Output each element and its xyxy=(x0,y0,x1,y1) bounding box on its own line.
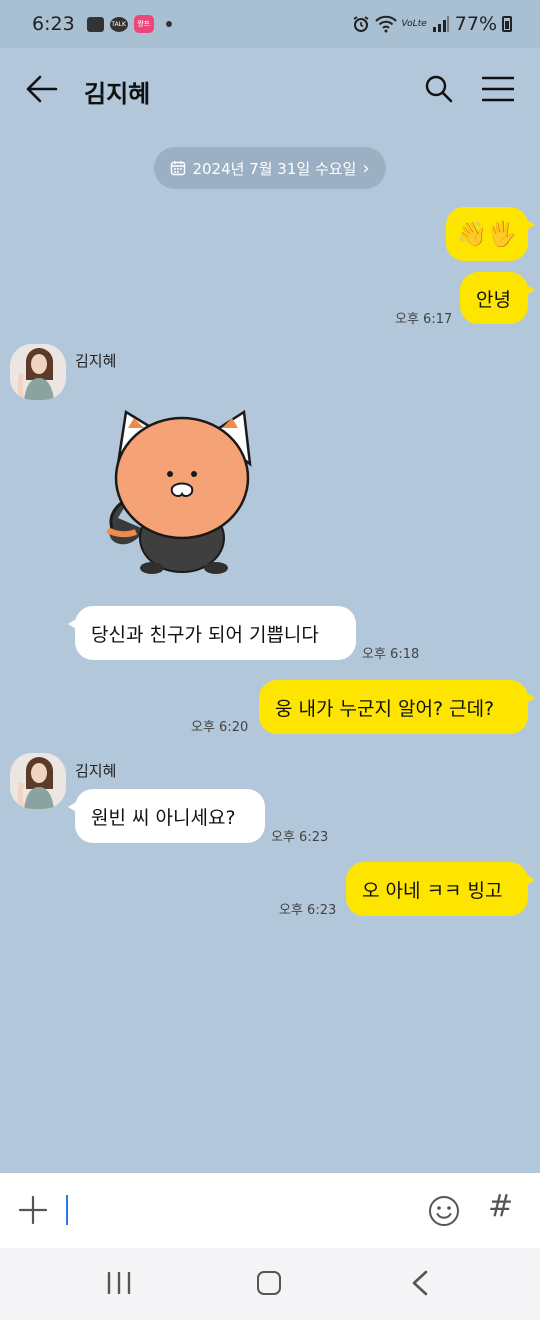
message-bubble-other[interactable]: 당신과 친구가 되어 기쁩니다 xyxy=(68,606,356,660)
wifi-icon xyxy=(374,15,397,33)
talk-icon: TALK xyxy=(109,16,128,32)
chat-title: 김지혜 xyxy=(84,80,151,108)
recent-apps-icon[interactable] xyxy=(106,1272,132,1294)
status-time: 6:23 xyxy=(32,13,75,35)
home-icon[interactable] xyxy=(257,1271,281,1295)
sender-name: 김지혜 xyxy=(75,352,117,370)
message-time: 오후 6:23 xyxy=(271,830,329,845)
status-bar: 6:23 TALK 쨩프 VoLte 77% xyxy=(0,0,540,48)
text-caret xyxy=(66,1195,68,1225)
chat-header: 김지혜 xyxy=(0,48,540,132)
back-chevron-icon[interactable] xyxy=(410,1270,430,1296)
avatar[interactable] xyxy=(10,344,66,400)
hamburger-menu-icon[interactable] xyxy=(482,76,514,102)
message-time: 오후 6:23 xyxy=(279,903,337,918)
emoji-icon[interactable] xyxy=(428,1195,460,1227)
message-time: 오후 6:20 xyxy=(191,720,249,735)
orange-cat-sticker[interactable] xyxy=(104,406,254,576)
message-bubble-me[interactable]: 안녕 xyxy=(460,272,535,324)
battery-percent: 77% xyxy=(454,13,497,35)
message-text: 안녕 xyxy=(476,288,511,311)
gallery-icon xyxy=(86,16,104,32)
profile-photo-icon xyxy=(10,753,66,809)
profile-photo-icon xyxy=(10,344,66,400)
more-notifications-icon xyxy=(165,21,172,27)
message-bubble-other[interactable]: 원빈 씨 아니세요? xyxy=(68,789,265,843)
search-icon[interactable] xyxy=(424,74,454,104)
message-input[interactable] xyxy=(64,1191,404,1231)
calendar-icon xyxy=(171,161,186,176)
message-text: 👋🖐 xyxy=(457,220,517,248)
message-time: 오후 6:18 xyxy=(362,647,420,662)
message-bubble-me[interactable]: 웅 내가 누군지 알어? 근데? xyxy=(259,680,535,734)
alarm-icon xyxy=(353,16,369,32)
status-notification-icons: TALK 쨩프 xyxy=(86,15,172,33)
chevron-right-icon: › xyxy=(362,157,370,179)
signal-icon xyxy=(432,16,449,32)
status-system-icons: VoLte 77% xyxy=(352,13,512,35)
message-input-bar: # xyxy=(0,1173,540,1248)
message-text: 당신과 친구가 되어 기쁩니다 xyxy=(91,623,319,646)
message-time: 오후 6:17 xyxy=(395,312,453,327)
message-bubble-me[interactable]: 오 아네 ㅋㅋ 빙고 xyxy=(346,862,535,916)
avatar[interactable] xyxy=(10,753,66,809)
sender-name: 김지혜 xyxy=(75,762,117,780)
battery-icon xyxy=(502,16,512,32)
date-label: 2024년 7월 31일 수요일 xyxy=(192,159,357,178)
volte-label: VoLte xyxy=(401,19,427,29)
message-text: 원빈 씨 아니세요? xyxy=(91,806,236,829)
date-divider[interactable]: 2024년 7월 31일 수요일 › xyxy=(154,147,386,189)
app-notification-icon: 쨩프 xyxy=(133,15,154,33)
message-text: 오 아네 ㅋㅋ 빙고 xyxy=(362,879,503,902)
plus-icon[interactable] xyxy=(18,1195,48,1225)
hashtag-search-button[interactable]: # xyxy=(488,1189,513,1224)
system-navigation-bar xyxy=(0,1248,540,1320)
message-bubble-me[interactable]: 👋🖐 xyxy=(446,207,535,261)
message-text: 웅 내가 누군지 알어? 근데? xyxy=(275,697,495,720)
arrow-left-icon[interactable] xyxy=(24,74,58,104)
